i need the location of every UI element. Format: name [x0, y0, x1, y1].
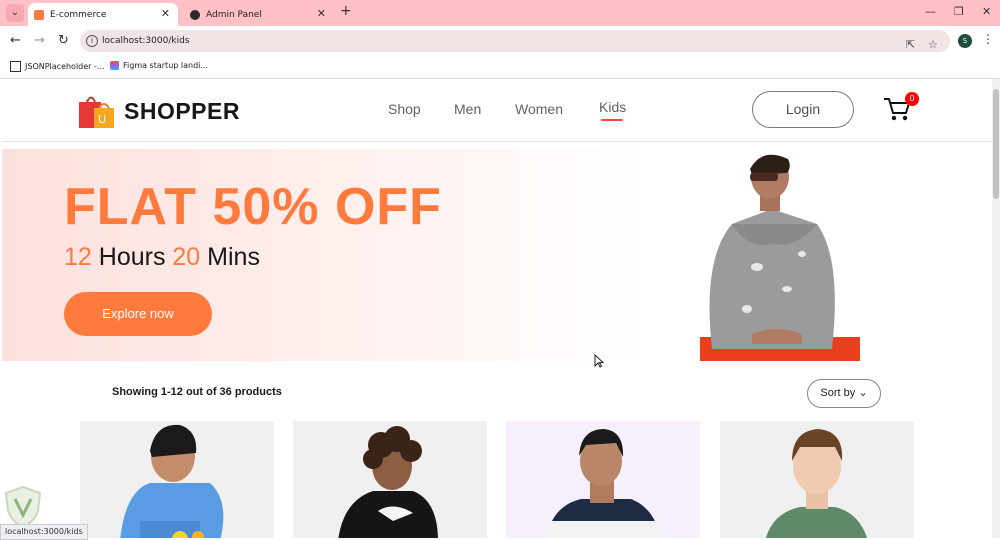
close-tab-icon[interactable]: ✕	[317, 7, 326, 20]
restore-icon[interactable]: ❐	[954, 5, 964, 18]
install-app-icon[interactable]: ⇱	[906, 34, 915, 56]
browser-tab-bar: ⌄ E-commerce ✕ Admin Panel ✕ + — ❐ ✕	[0, 0, 1000, 26]
tab-ecommerce[interactable]: E-commerce ✕	[28, 3, 178, 26]
hero-model-image	[700, 154, 860, 361]
address-url: localhost:3000/kids	[102, 36, 190, 46]
hero-banner: FLAT 50% OFF 12 Hours 20 Mins Explore no…	[2, 149, 992, 361]
product-card-image[interactable]	[80, 421, 274, 538]
nav-women[interactable]: Women	[515, 101, 563, 117]
product-count-text: Showing 1-12 out of 36 products	[112, 386, 282, 398]
login-button[interactable]: Login	[752, 91, 854, 128]
shopper-favicon-icon	[34, 9, 44, 20]
site-navbar: U SHOPPER Shop Men Women Kids Login 0	[2, 79, 992, 142]
page-scrollbar[interactable]	[992, 79, 1000, 538]
profile-avatar[interactable]: S	[958, 34, 972, 48]
sort-by-dropdown[interactable]: Sort by ⌄	[807, 379, 881, 408]
figma-bookmark-icon	[110, 61, 119, 70]
tab-search-chevron-icon[interactable]: ⌄	[6, 4, 24, 22]
chevron-down-icon: ⌄	[858, 387, 868, 399]
cart-count-badge: 0	[905, 92, 919, 106]
countdown-mins-label: Mins	[207, 243, 260, 271]
json-bookmark-icon	[10, 61, 21, 72]
bookmark-label: Figma startup landi...	[123, 61, 209, 70]
bookmark-figma[interactable]: Figma startup landi...	[110, 61, 208, 70]
more-menu-icon[interactable]: ⋮	[982, 32, 994, 46]
web-page: U SHOPPER Shop Men Women Kids Login 0 FL…	[2, 79, 992, 538]
nav-kids[interactable]: Kids	[599, 99, 626, 115]
browser-toolbar: ← → ↻ i localhost:3000/kids ⇱ ☆ S ⋮	[0, 26, 1000, 56]
close-tab-icon[interactable]: ✕	[161, 7, 170, 20]
explore-now-button[interactable]: Explore now	[64, 292, 212, 336]
svg-text:U: U	[98, 113, 106, 126]
sort-by-label: Sort by	[820, 387, 856, 399]
minimize-icon[interactable]: —	[925, 5, 936, 18]
tab-title: E-commerce	[50, 9, 107, 20]
countdown-hours-label: Hours	[98, 243, 166, 271]
bookmarks-bar: JSONPlaceholder -... Figma startup landi…	[0, 56, 1000, 79]
bookmark-label: JSONPlaceholder -...	[25, 62, 105, 71]
countdown-mins: 20	[172, 243, 201, 271]
shopping-bag-logo-icon: U	[79, 96, 114, 128]
countdown-hours: 12	[64, 243, 92, 271]
mouse-cursor-icon	[594, 354, 604, 368]
close-window-icon[interactable]: ✕	[982, 5, 991, 18]
back-arrow-icon[interactable]: ←	[10, 33, 21, 48]
bookmark-jsonplaceholder[interactable]: JSONPlaceholder -...	[10, 61, 105, 72]
scrollbar-thumb[interactable]	[993, 89, 999, 199]
brand-name[interactable]: SHOPPER	[124, 98, 240, 125]
nav-men[interactable]: Men	[454, 101, 481, 117]
hero-title: FLAT 50% OFF	[64, 178, 442, 236]
hero-countdown: 12 Hours 20 Mins	[64, 243, 260, 272]
tab-title: Admin Panel	[206, 9, 262, 20]
new-tab-plus-icon[interactable]: +	[340, 3, 352, 19]
nav-shop[interactable]: Shop	[388, 101, 421, 117]
product-card-image[interactable]	[720, 421, 914, 538]
bookmark-star-icon[interactable]: ☆	[928, 34, 938, 56]
product-card-image[interactable]	[506, 421, 700, 538]
react-favicon-icon	[190, 9, 200, 20]
address-bar[interactable]: i localhost:3000/kids ⇱ ☆	[80, 30, 950, 52]
reload-icon[interactable]: ↻	[58, 33, 69, 48]
site-info-icon[interactable]: i	[86, 35, 98, 47]
shield-watermark-icon	[4, 485, 42, 529]
forward-arrow-icon[interactable]: →	[34, 33, 45, 48]
active-nav-indicator	[601, 119, 623, 121]
tab-admin-panel[interactable]: Admin Panel ✕	[184, 3, 334, 26]
product-card-image[interactable]	[293, 421, 487, 538]
